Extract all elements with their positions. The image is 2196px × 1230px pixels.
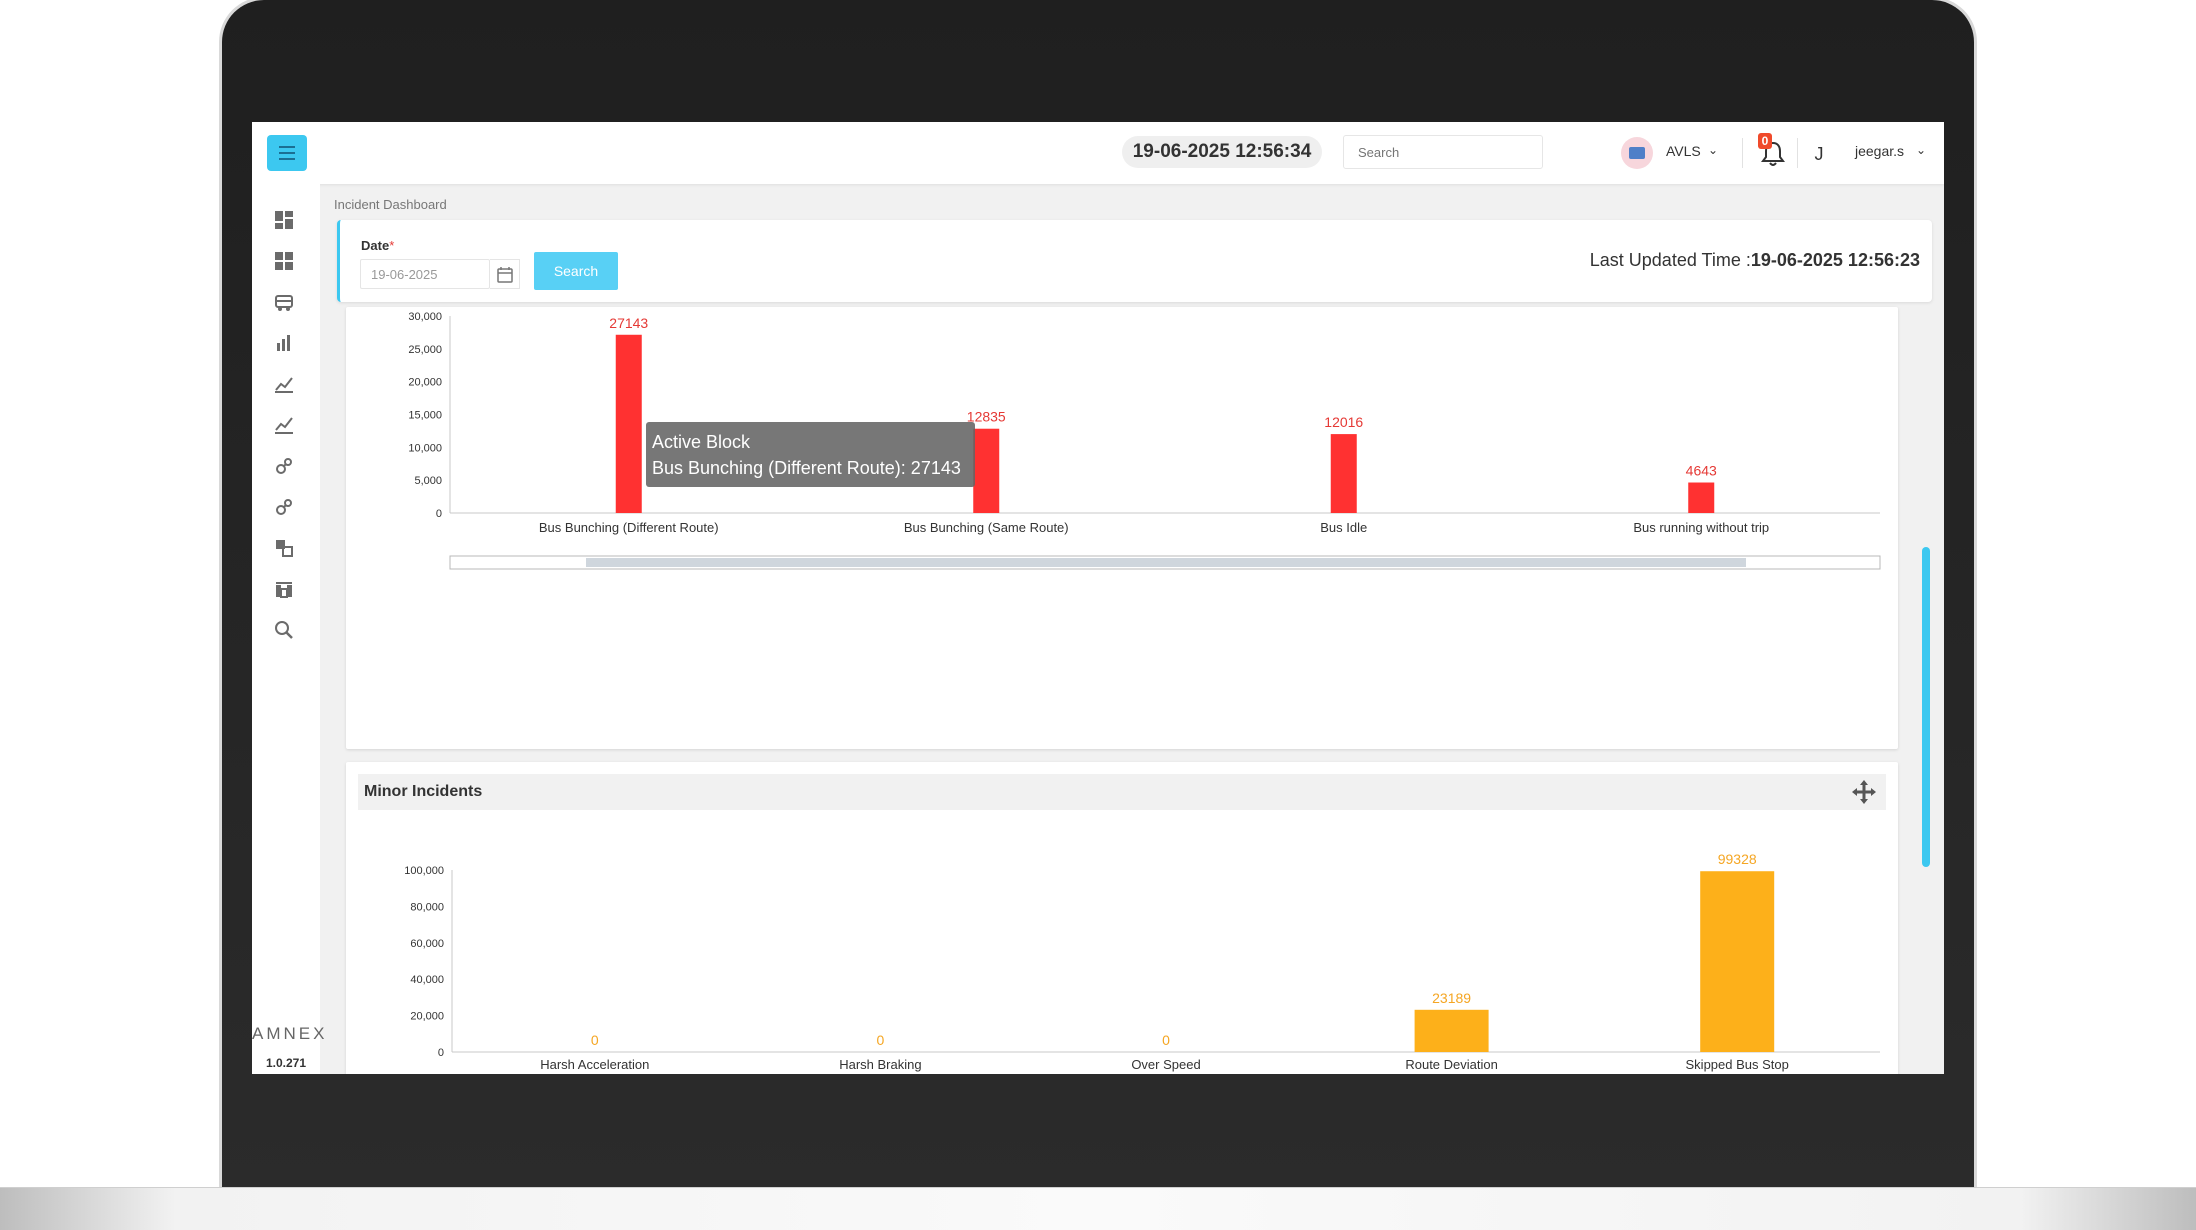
brand-logo: AMNEX — [252, 1024, 328, 1043]
x-category-label: Route Deviation — [1405, 1057, 1498, 1072]
bar — [1414, 1009, 1489, 1052]
y-tick-label: 20,000 — [410, 1011, 444, 1023]
vertical-scrollbar[interactable] — [1922, 547, 1930, 867]
required-mark: * — [389, 238, 395, 253]
settings-link-alt-icon[interactable] — [272, 495, 296, 519]
line-chart-alt-icon[interactable] — [272, 413, 296, 437]
y-tick-label: 25,000 — [408, 344, 442, 356]
data-label: 12016 — [1324, 414, 1363, 430]
building-icon[interactable] — [272, 577, 296, 601]
filter-panel: Date* Search Last Updated Time :19-06-20… — [337, 220, 1932, 302]
breadcrumb[interactable]: Incident Dashboard — [334, 197, 447, 212]
divider — [1797, 138, 1798, 168]
chevron-down-icon[interactable]: ⌄ — [1708, 143, 1718, 157]
date-field[interactable] — [360, 259, 490, 289]
minor-incidents-card: Minor Incidents 0 20,000 40,000 60,000 80,00… — [346, 762, 1898, 1074]
y-tick-label: 10,000 — [408, 442, 442, 454]
bar — [1688, 482, 1715, 513]
top-bar: 19-06-2025 12:56:34 AVLS ⌄ 0 J jeegar.s … — [252, 122, 1944, 184]
bar-chart-icon[interactable] — [272, 331, 296, 355]
date-label: Date* — [361, 238, 395, 253]
x-category-label: Harsh Acceleration — [540, 1057, 649, 1072]
y-tick-label: 100,000 — [404, 865, 444, 877]
data-label: 4643 — [1686, 463, 1717, 479]
data-label: 0 — [591, 1032, 599, 1048]
current-datetime: 19-06-2025 12:56:34 — [1122, 136, 1322, 168]
sidebar — [252, 184, 320, 1074]
data-label: 99328 — [1718, 851, 1757, 867]
app-screen: 19-06-2025 12:56:34 AVLS ⌄ 0 J jeegar.s … — [252, 122, 1944, 1074]
bar — [1700, 871, 1775, 1052]
dashboard-alt-icon[interactable] — [272, 249, 296, 273]
search-zoom-icon[interactable] — [272, 618, 296, 642]
bus-icon[interactable] — [272, 290, 296, 314]
notification-badge: 0 — [1758, 133, 1772, 149]
y-tick-label: 80,000 — [410, 901, 444, 913]
y-tick-label: 5,000 — [414, 475, 442, 487]
data-label: 27143 — [609, 315, 648, 331]
laptop-base — [0, 1187, 2196, 1230]
y-tick-label: 0 — [436, 508, 442, 520]
chart-tooltip: Active Block Bus Bunching (Different Rou… — [646, 422, 975, 487]
x-category-label: Bus running without trip — [1633, 520, 1769, 535]
dashboard-icon[interactable] — [272, 208, 296, 232]
data-label: 23189 — [1432, 990, 1471, 1006]
chart-scroll-thumb — [586, 558, 1746, 567]
bar — [973, 428, 1000, 513]
line-chart-icon[interactable] — [272, 372, 296, 396]
last-updated-time: Last Updated Time :19-06-2025 12:56:23 — [1589, 250, 1920, 270]
chevron-down-icon[interactable]: ⌄ — [1916, 143, 1926, 157]
app-version: 1.0.271 — [265, 1056, 307, 1070]
y-tick-label: 30,000 — [408, 311, 442, 323]
x-category-label: Bus Bunching (Same Route) — [904, 520, 1069, 535]
app-selector-label[interactable]: AVLS — [1666, 143, 1701, 159]
y-tick-label: 15,000 — [408, 410, 442, 422]
divider — [1742, 138, 1743, 168]
x-category-label: Bus Bunching (Different Route) — [539, 520, 719, 535]
user-avatar[interactable]: J — [1805, 140, 1833, 168]
minor-incidents-chart: 0 20,000 40,000 60,000 80,000 100,000 0 Harsh A… — [404, 851, 1880, 1072]
y-tick-label: 0 — [438, 1047, 444, 1059]
y-tick-label: 20,000 — [408, 377, 442, 389]
global-search-input[interactable] — [1343, 135, 1543, 169]
major-incidents-chart: 0 5,000 10,000 15,000 20,000 25,000 30,000 2714… — [408, 311, 1881, 570]
settings-link-icon[interactable] — [272, 454, 296, 478]
map-pin-icon[interactable] — [272, 536, 296, 560]
y-tick-label: 40,000 — [410, 974, 444, 986]
x-category-label: Skipped Bus Stop — [1686, 1057, 1789, 1072]
avls-logo-icon[interactable] — [1621, 137, 1653, 169]
menu-toggle-button[interactable] — [267, 135, 307, 171]
tooltip-title: Active Block — [652, 432, 751, 452]
y-tick-label: 60,000 — [410, 938, 444, 950]
data-label: 0 — [877, 1032, 885, 1048]
search-button[interactable]: Search — [534, 252, 618, 290]
x-category-label: Harsh Braking — [839, 1057, 921, 1072]
x-category-label: Over Speed — [1131, 1057, 1200, 1072]
data-label: 0 — [1162, 1032, 1170, 1048]
user-name[interactable]: jeegar.s — [1855, 143, 1904, 159]
bar — [615, 334, 642, 513]
bar — [1330, 434, 1357, 513]
x-category-label: Bus Idle — [1320, 520, 1367, 535]
tooltip-value: Bus Bunching (Different Route): 27143 — [652, 458, 961, 478]
major-incidents-card: 0 5,000 10,000 15,000 20,000 25,000 30,000 2714… — [346, 307, 1898, 749]
calendar-icon[interactable] — [490, 259, 520, 289]
